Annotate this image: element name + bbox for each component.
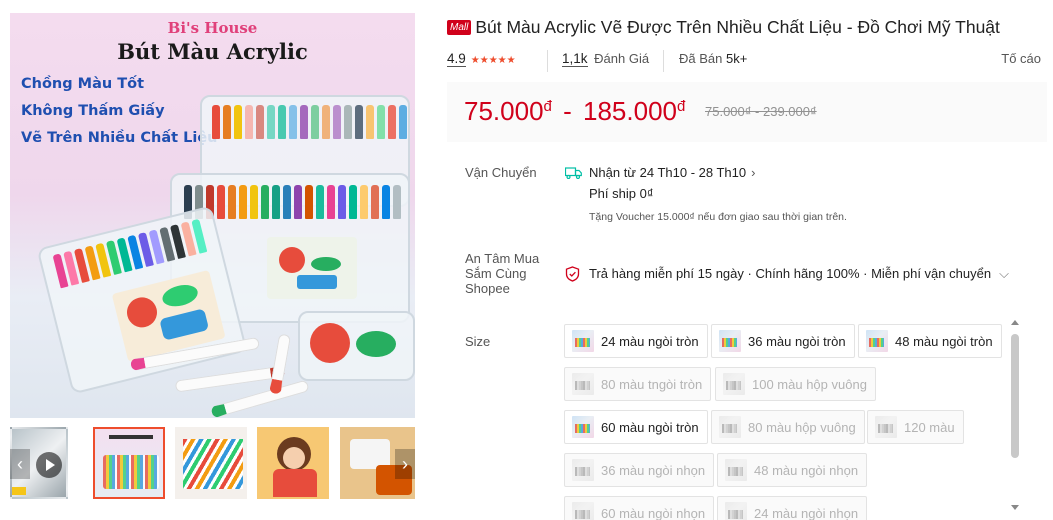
rating-value: 4.9 bbox=[447, 51, 466, 67]
variant-thumbnail bbox=[875, 416, 897, 438]
sold-block: Đã Bán 5k+ bbox=[679, 51, 747, 66]
guarantee-dropdown[interactable]: Trả hàng miễn phí 15 ngày · Chính hãng 1… bbox=[589, 266, 1009, 282]
price-min: 75.000 bbox=[464, 96, 544, 126]
loose-marker bbox=[174, 365, 286, 393]
size-option-label: 100 màu hộp vuông bbox=[752, 376, 867, 392]
guarantee-label: An Tâm Mua Sắm Cùng Shopee bbox=[465, 251, 539, 296]
guarantee-text: Trả hàng miễn phí 15 ngày · Chính hãng 1… bbox=[589, 266, 992, 281]
size-option-disabled: 60 màu ngòi nhọn bbox=[564, 496, 715, 520]
report-link[interactable]: Tố cáo bbox=[1001, 51, 1041, 66]
size-option-label: 24 màu ngòi tròn bbox=[601, 333, 699, 349]
variant-thumbnail bbox=[572, 459, 594, 481]
size-option-label: 80 màu hộp vuông bbox=[748, 419, 856, 435]
rating-stars-icon: ★★★★★ bbox=[470, 55, 516, 66]
scroll-up-arrow-icon[interactable] bbox=[1011, 320, 1019, 325]
size-option[interactable]: 36 màu ngòi tròn bbox=[711, 324, 855, 358]
price-max: 185.000 bbox=[583, 96, 677, 126]
mall-badge: Mall bbox=[447, 20, 472, 35]
size-option-label: 48 màu ngòi tròn bbox=[895, 333, 993, 349]
variant-thumbnail bbox=[725, 502, 747, 520]
original-price-range: 75.000₫ - 239.000₫ bbox=[705, 104, 817, 119]
shield-check-icon bbox=[565, 266, 580, 282]
variant-thumbnail bbox=[866, 330, 888, 352]
price-section: 75.000đ - 185.000đ 75.000₫ - 239.000₫ bbox=[447, 82, 1047, 142]
variant-thumbnail bbox=[719, 416, 741, 438]
size-option[interactable]: 48 màu ngòi tròn bbox=[858, 324, 1002, 358]
size-option-disabled: 120 màu bbox=[867, 410, 964, 444]
size-option-disabled: 48 màu ngòi nhọn bbox=[717, 453, 868, 487]
size-option-label: 36 màu ngòi nhọn bbox=[601, 462, 706, 478]
guarantee-label-line: An Tâm Mua bbox=[465, 251, 540, 266]
marker-box-right bbox=[298, 311, 415, 381]
rating-block[interactable]: 4.9 ★★★★★ bbox=[447, 51, 516, 67]
reviews-count: 1,1k bbox=[562, 51, 588, 67]
delivery-text: Nhận từ 24 Th10 - 28 Th10 bbox=[589, 165, 747, 180]
size-option-disabled: 80 màu hộp vuông bbox=[711, 410, 865, 444]
image-feature: Không Thấm Giấy bbox=[21, 103, 165, 119]
variant-thumbnail bbox=[572, 502, 594, 520]
product-title: Bút Màu Acrylic Vẽ Được Trên Nhiều Chất … bbox=[475, 17, 1000, 37]
price-range: 75.000đ - 185.000đ bbox=[464, 96, 685, 127]
voucher-note: Tặng Voucher 15.000₫ nếu đơn giao sau th… bbox=[589, 211, 847, 223]
size-option-label: 48 màu ngòi nhọn bbox=[754, 462, 859, 478]
size-option-disabled: 80 màu tngòi tròn bbox=[564, 367, 712, 401]
reviews-block[interactable]: 1,1k Đánh Giá bbox=[562, 51, 650, 67]
currency-symbol: đ bbox=[543, 98, 552, 115]
size-option-disabled: 100 màu hộp vuông bbox=[715, 367, 876, 401]
size-option-disabled: 24 màu ngòi nhọn bbox=[717, 496, 868, 520]
image-shop-name: Bi's House bbox=[167, 19, 258, 37]
price-separator: - bbox=[563, 96, 572, 126]
play-icon[interactable] bbox=[36, 452, 62, 478]
variant-thumbnail bbox=[723, 373, 745, 395]
size-option-label: 60 màu ngòi tròn bbox=[601, 419, 699, 435]
scrollbar-thumb[interactable] bbox=[1011, 334, 1019, 458]
product-page: Bi's House Bút Màu Acrylic Chồng Màu Tốt… bbox=[0, 0, 1053, 520]
size-option[interactable]: 60 màu ngòi tròn bbox=[564, 410, 708, 444]
shipping-fee: Phí ship 0₫ bbox=[589, 186, 654, 201]
product-title-row: Mall Bút Màu Acrylic Vẽ Được Trên Nhiều C… bbox=[447, 17, 1047, 38]
chevron-right-icon: › bbox=[751, 165, 756, 180]
variant-thumbnail bbox=[572, 416, 594, 438]
divider bbox=[663, 50, 664, 72]
guarantee-label-line: Shopee bbox=[465, 281, 510, 296]
size-option-label: 80 màu tngòi tròn bbox=[601, 376, 703, 392]
scroll-down-arrow-icon[interactable] bbox=[1011, 505, 1019, 510]
divider bbox=[547, 50, 548, 72]
product-stats: 4.9 ★★★★★ 1,1k Đánh Giá Đã Bán 5k+ Tố cáo bbox=[447, 50, 1047, 72]
artwork-card bbox=[267, 237, 357, 299]
variant-scrollbar[interactable] bbox=[1010, 320, 1022, 512]
chevron-down-icon: ⌵ bbox=[999, 266, 1009, 281]
image-feature: Chồng Màu Tốt bbox=[21, 76, 145, 92]
currency-symbol: đ bbox=[677, 98, 686, 115]
guarantee-label-line: Sắm Cùng bbox=[465, 266, 527, 281]
variant-thumbnail bbox=[572, 373, 594, 395]
size-option[interactable]: 24 màu ngòi tròn bbox=[564, 324, 708, 358]
size-option-label: 60 màu ngòi nhọn bbox=[601, 505, 706, 520]
variant-thumbnail bbox=[572, 330, 594, 352]
thumbnail-next-button[interactable]: › bbox=[395, 449, 415, 479]
variant-thumbnail bbox=[719, 330, 741, 352]
shipping-label: Vận Chuyển bbox=[465, 165, 537, 180]
image-feature: Vẽ Trên Nhiều Chất Liệu bbox=[21, 130, 218, 146]
variant-thumbnail bbox=[725, 459, 747, 481]
reviews-label: Đánh Giá bbox=[594, 51, 650, 66]
size-label: Size bbox=[465, 334, 491, 349]
size-option-label: 36 màu ngòi tròn bbox=[748, 333, 846, 349]
main-product-image[interactable]: Bi's House Bút Màu Acrylic Chồng Màu Tốt… bbox=[10, 13, 415, 418]
chevron-left-icon: ‹ bbox=[17, 454, 23, 474]
truck-icon bbox=[565, 167, 582, 179]
sold-count: 5k+ bbox=[726, 51, 748, 66]
thumbnail-image[interactable] bbox=[93, 427, 165, 499]
sold-label: Đã Bán bbox=[679, 51, 723, 66]
thumbnail-image[interactable] bbox=[257, 427, 329, 499]
size-option-label: 120 màu bbox=[904, 419, 955, 435]
delivery-estimate[interactable]: Nhận từ 24 Th10 - 28 Th10 › bbox=[589, 165, 755, 180]
image-title: Bút Màu Acrylic bbox=[117, 39, 308, 64]
size-option-disabled: 36 màu ngòi nhọn bbox=[564, 453, 715, 487]
size-option-label: 24 màu ngòi nhọn bbox=[754, 505, 859, 520]
thumbnail-strip: ‹ › bbox=[10, 427, 415, 502]
thumbnail-prev-button[interactable]: ‹ bbox=[10, 449, 30, 479]
thumbnail-image[interactable] bbox=[175, 427, 247, 499]
chevron-right-icon: › bbox=[402, 454, 408, 474]
